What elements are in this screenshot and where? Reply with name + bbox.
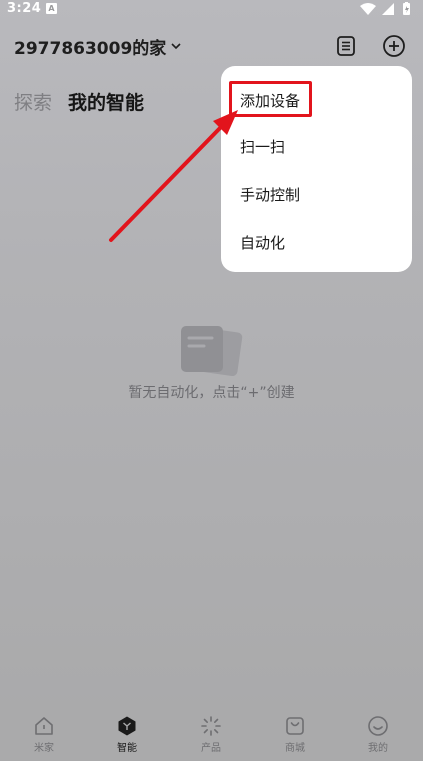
profile-smile-icon	[368, 716, 388, 736]
add-circle-icon[interactable]	[381, 33, 407, 59]
status-bar: 3:24 A	[0, 0, 423, 20]
nav-label: 米家	[34, 743, 54, 754]
wifi-icon	[360, 3, 376, 15]
empty-state-text: 暂无自动化，点击“+”创建	[128, 385, 295, 401]
bottom-nav: 米家 智能 产品 商城 我的	[0, 701, 423, 761]
chevron-down-icon	[171, 43, 181, 50]
status-icons	[360, 2, 410, 15]
home-selector[interactable]: 2977863009的家	[14, 33, 182, 59]
menu-item-manual-control[interactable]: 手动控制	[240, 184, 300, 205]
menu-item-automation[interactable]: 自动化	[240, 232, 285, 253]
battery-icon	[403, 2, 410, 15]
app-screen: 3:24 A 2977863009的家 探索 我的智能 暂无自动化，点击“+”创…	[0, 0, 423, 761]
notification-a-icon: A	[46, 3, 57, 14]
nav-label: 智能	[117, 743, 137, 754]
home-name: 2977863009的家	[14, 38, 167, 59]
smart-cube-icon	[118, 716, 136, 736]
tab-explore[interactable]: 探索	[14, 88, 52, 115]
menu-item-scan[interactable]: 扫一扫	[240, 136, 285, 157]
log-list-icon[interactable]	[334, 34, 358, 58]
home-icon	[35, 717, 53, 735]
tab-my-smart[interactable]: 我的智能	[68, 88, 144, 115]
nav-item-profile[interactable]: 我的	[336, 715, 420, 754]
nav-item-products[interactable]: 产品	[169, 715, 253, 754]
shopping-bag-icon	[286, 717, 304, 735]
signal-icon	[382, 3, 394, 15]
highlight-box-add-device	[229, 81, 312, 117]
nav-item-mijia[interactable]: 米家	[2, 715, 86, 754]
nav-label: 产品	[201, 743, 221, 754]
nav-item-mall[interactable]: 商城	[253, 715, 337, 754]
status-time: 3:24	[7, 1, 42, 16]
nav-item-smart[interactable]: 智能	[85, 715, 169, 754]
nav-label: 我的	[368, 743, 388, 754]
nav-label: 商城	[285, 743, 305, 754]
product-sparkle-icon	[201, 716, 221, 736]
empty-document-icon	[181, 326, 243, 376]
